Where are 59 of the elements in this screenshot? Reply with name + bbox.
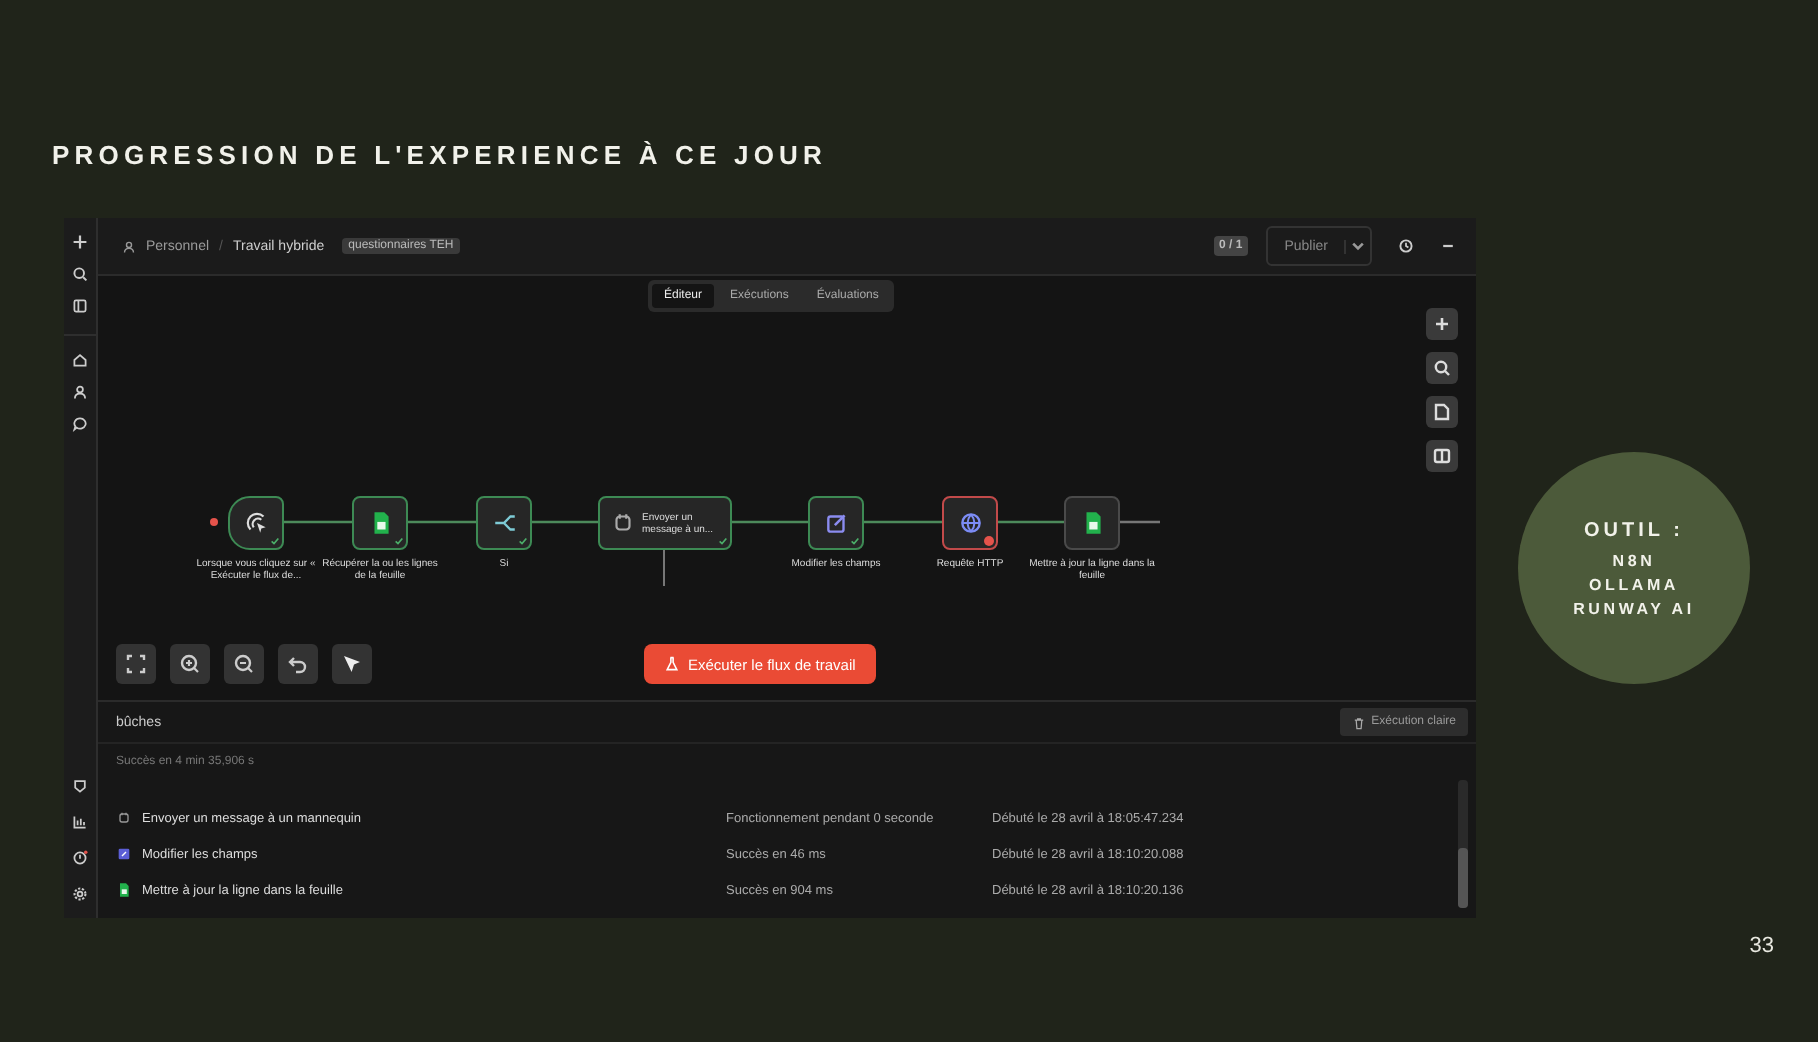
zoom-out-icon[interactable] [224, 644, 264, 684]
workflow-node[interactable] [352, 496, 408, 550]
fit-view-icon[interactable] [116, 644, 156, 684]
spreadsheet-icon [116, 882, 132, 898]
search-icon[interactable] [72, 266, 88, 282]
start-dot [210, 518, 218, 526]
workflow-node[interactable] [476, 496, 532, 550]
edit-icon [823, 510, 849, 536]
connection-line [998, 520, 1064, 524]
check-icon [518, 536, 528, 546]
slide-title: PROGRESSION DE L'EXPERIENCE À CE JOUR [52, 140, 830, 170]
connection-line [864, 520, 942, 524]
robot-icon [116, 810, 132, 826]
settings-icon[interactable] [72, 886, 88, 902]
check-icon [718, 536, 728, 546]
search-icon[interactable] [1426, 352, 1458, 384]
circle-heading: OUTIL : [1584, 519, 1684, 541]
help-icon[interactable] [72, 850, 88, 866]
output-line [1120, 520, 1160, 524]
template-icon[interactable] [72, 778, 88, 794]
plus-icon[interactable] [72, 234, 88, 250]
page-number: 33 [1749, 934, 1774, 958]
scrollbar[interactable] [1458, 780, 1468, 908]
error-badge [984, 536, 994, 546]
undo-icon[interactable] [278, 644, 318, 684]
chart-icon[interactable] [72, 814, 88, 830]
note-icon[interactable] [1426, 396, 1458, 428]
panel-icon[interactable] [1426, 440, 1458, 472]
connection-line [732, 520, 808, 524]
globe-icon [957, 510, 983, 536]
home-icon[interactable] [72, 352, 88, 368]
trash-icon [1351, 715, 1366, 729]
edit-icon [116, 846, 132, 862]
connection-line [532, 520, 598, 524]
branch-line [663, 549, 665, 587]
chat-icon[interactable] [72, 416, 88, 432]
plus-icon[interactable] [1426, 308, 1458, 340]
zoom-in-icon[interactable] [170, 644, 210, 684]
workflow-node[interactable] [942, 496, 998, 550]
user-icon[interactable] [72, 384, 88, 400]
tool-name: N8N [1612, 551, 1656, 569]
pointer-icon [243, 510, 269, 536]
history-icon[interactable] [1398, 238, 1414, 254]
workflow-node[interactable] [228, 496, 284, 550]
tool-name: RUNWAY AI [1573, 599, 1695, 617]
branch-icon [491, 510, 517, 536]
sidebar-icon[interactable] [72, 298, 88, 314]
tool-name: OLLAMA [1588, 575, 1679, 593]
robot-icon [610, 510, 636, 536]
workflow-node[interactable] [1064, 496, 1120, 550]
check-icon [394, 536, 404, 546]
connection-line [284, 520, 352, 524]
flask-icon [664, 656, 680, 672]
check-icon [270, 536, 280, 546]
cursor-icon[interactable] [332, 644, 372, 684]
workflow-node[interactable] [808, 496, 864, 550]
check-icon [850, 536, 860, 546]
connection-line [408, 520, 476, 524]
user-icon [122, 239, 136, 253]
